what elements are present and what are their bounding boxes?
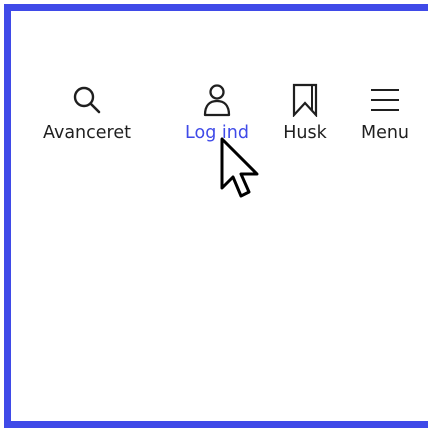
- nav-item-remember[interactable]: Husk: [282, 81, 328, 144]
- nav-item-label: Menu: [360, 123, 410, 143]
- hamburger-menu-icon: [365, 81, 405, 119]
- bookmark-icon: [285, 81, 325, 119]
- page-frame: [4, 4, 428, 428]
- nav-item-menu[interactable]: Menu: [358, 81, 412, 144]
- nav-item-label: Log ind: [185, 123, 249, 143]
- search-icon: [67, 81, 107, 119]
- nav-item-login[interactable]: Log ind: [184, 81, 250, 144]
- nav-item-advanced-search[interactable]: Avanceret: [42, 81, 132, 144]
- nav-item-label: Husk: [283, 123, 327, 143]
- nav-item-label: Avanceret: [43, 123, 131, 143]
- header-nav: Avanceret Log ind Husk Menu: [0, 81, 428, 151]
- user-icon: [197, 81, 237, 119]
